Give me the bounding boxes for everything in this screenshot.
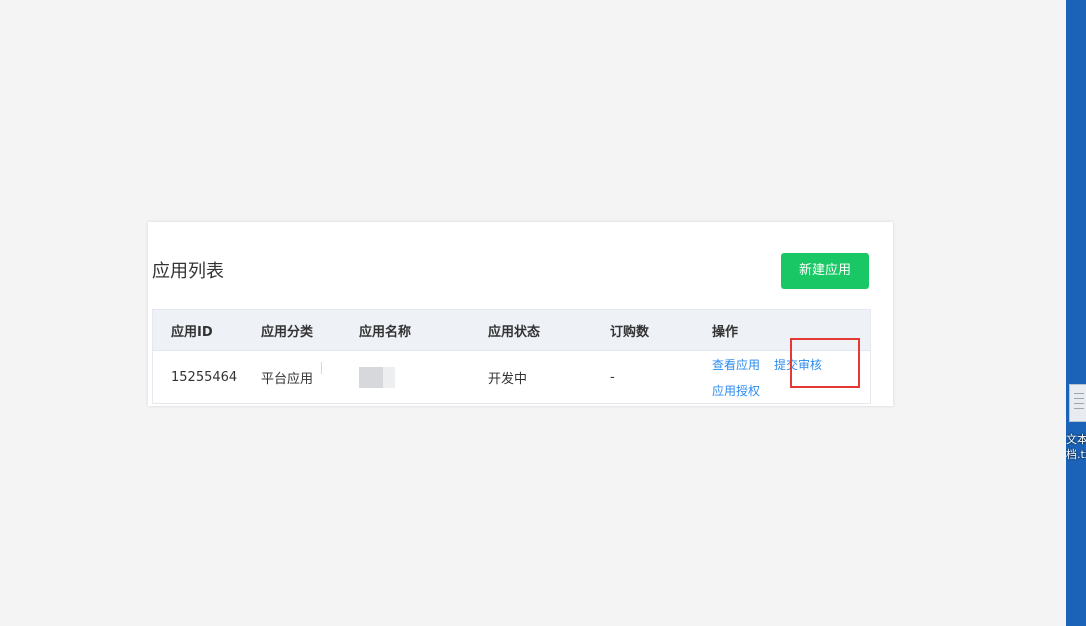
view-app-link[interactable]: 查看应用 (712, 356, 760, 373)
desktop-icon-label-line1: 文本 (1066, 433, 1086, 446)
cell-status: 开发中 (488, 371, 528, 387)
column-header-category: 应用分类 (261, 324, 314, 340)
cell-app-id: 15255464 (171, 369, 238, 385)
column-header-app-id: 应用ID (171, 324, 213, 340)
authorize-app-link[interactable]: 应用授权 (712, 382, 760, 399)
text-file-icon[interactable] (1066, 384, 1086, 422)
cell-app-name (359, 366, 488, 388)
cell-category: 平台应用 (261, 361, 359, 387)
new-app-button[interactable]: 新建应用 (781, 253, 869, 289)
table-row: 15255464 平台应用 开发中 - 查看应用 应用授权 提交审核 (153, 351, 870, 403)
column-header-status: 应用状态 (488, 324, 541, 340)
cell-orders: - (610, 369, 615, 385)
cell-actions: 查看应用 应用授权 提交审核 (712, 351, 870, 403)
column-header-orders: 订购数 (610, 324, 650, 340)
table-header: 应用ID 应用分类 应用名称 应用状态 订购数 操作 (153, 310, 870, 351)
column-header-actions-label: 操作 (712, 324, 739, 340)
desktop-icon-label-line2: 档.txt (1066, 448, 1086, 461)
column-header-app-name: 应用名称 (359, 324, 412, 340)
column-header-actions: 操作 (712, 321, 870, 340)
desktop-icon-label: 文本 档.txt (1066, 432, 1086, 462)
app-list-card: 应用列表 新建应用 应用ID 应用分类 应用名称 应用状态 订购数 操作 152… (148, 222, 893, 406)
divider (321, 361, 322, 374)
app-table: 应用ID 应用分类 应用名称 应用状态 订购数 操作 15255464 平台应用… (152, 309, 871, 404)
desktop-background (1066, 0, 1086, 626)
redacted-app-name (359, 366, 395, 388)
submit-review-link[interactable]: 提交审核 (774, 356, 822, 373)
cell-category-text: 平台应用 (261, 371, 314, 387)
page-title: 应用列表 (152, 261, 224, 282)
